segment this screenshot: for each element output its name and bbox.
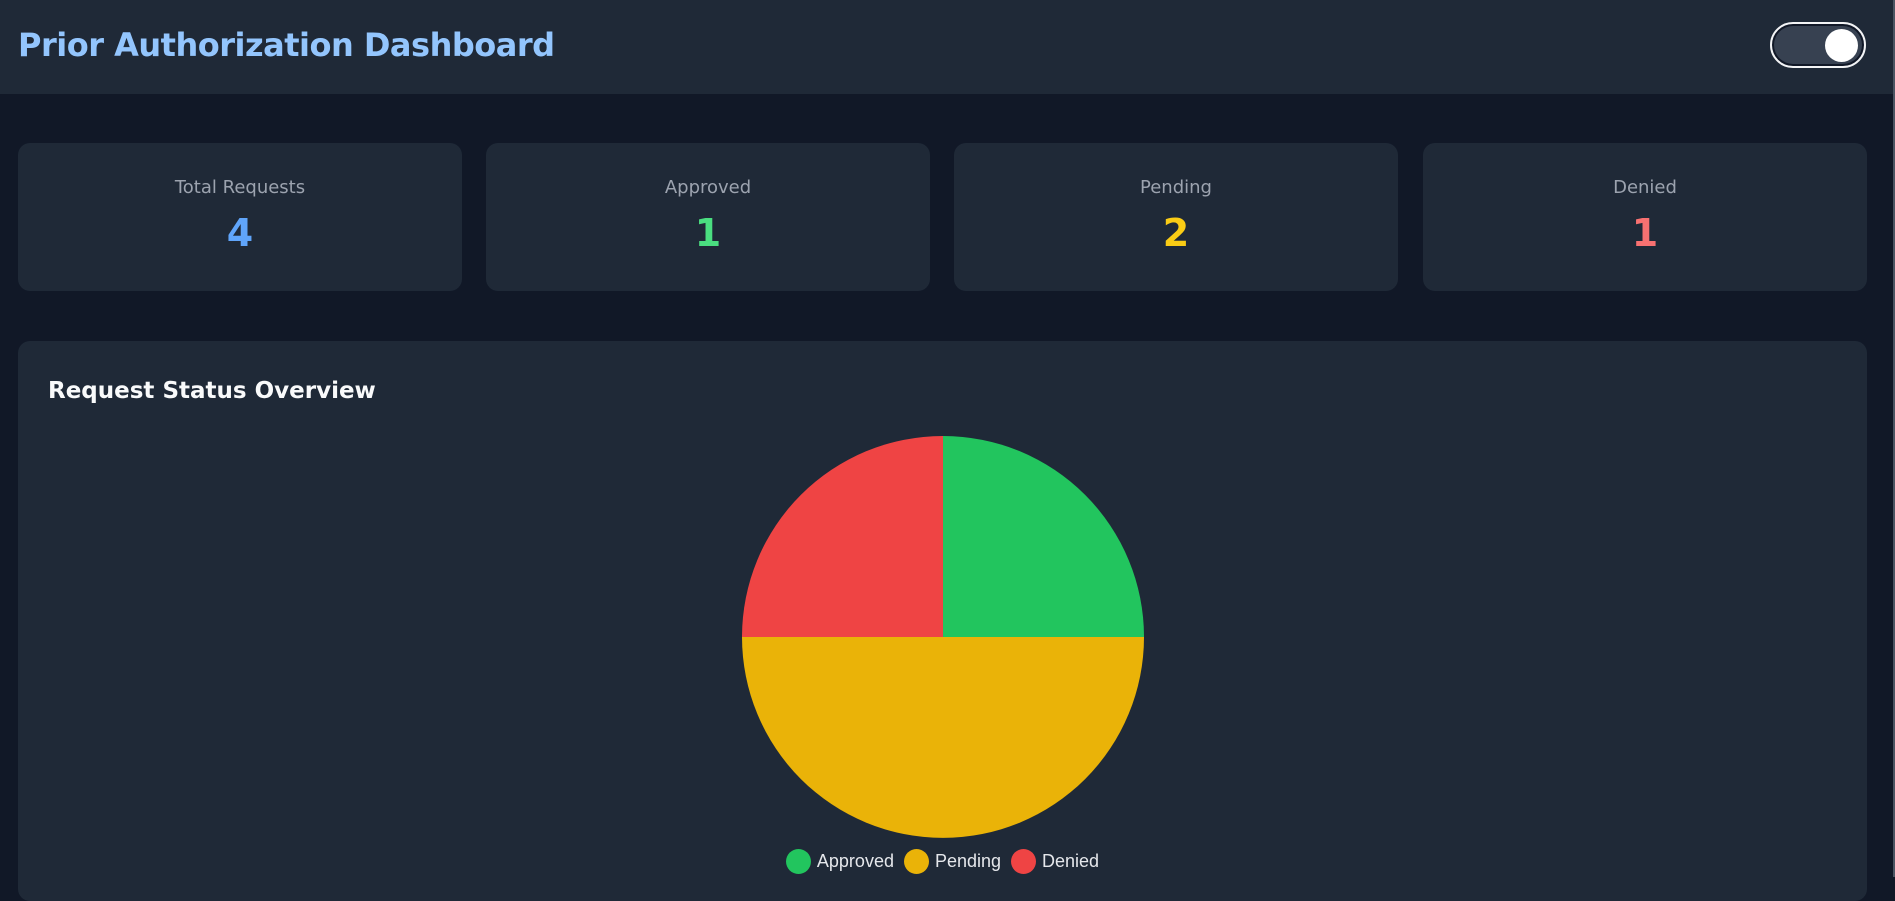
app-header: Prior Authorization Dashboard <box>0 0 1895 94</box>
page-title: Prior Authorization Dashboard <box>18 26 555 64</box>
pie-slice-pending[interactable] <box>742 637 1144 838</box>
stat-value: 4 <box>226 211 254 255</box>
legend-label: Denied <box>1042 851 1100 871</box>
legend-label: Pending <box>934 851 1002 871</box>
status-chart-card: Request Status Overview Approved Pending D… <box>18 341 1867 901</box>
pie-slice-approved[interactable] <box>943 436 1144 637</box>
legend-swatch <box>785 849 811 874</box>
legend-swatch <box>1011 849 1037 874</box>
pie-slice-denied[interactable] <box>742 436 943 637</box>
stat-value: 1 <box>694 211 722 255</box>
stat-card-pending: Pending 2 <box>954 143 1398 291</box>
legend-label: Approved <box>816 851 894 871</box>
stat-label: Pending <box>1140 177 1212 198</box>
legend-item-approved[interactable]: Approved <box>785 849 894 874</box>
stat-label: Total Requests <box>174 177 306 198</box>
stat-card-total: Total Requests 4 <box>18 143 462 291</box>
stat-value: 2 <box>1162 211 1190 255</box>
stat-label: Denied <box>1613 177 1677 198</box>
chart-legend: Approved Pending Denied <box>18 849 1867 874</box>
theme-toggle[interactable] <box>1770 22 1866 68</box>
stat-card-denied: Denied 1 <box>1423 143 1867 291</box>
toggle-knob <box>1825 29 1858 62</box>
stat-card-approved: Approved 1 <box>486 143 930 291</box>
pie-chart <box>742 436 1144 838</box>
legend-swatch <box>903 849 929 874</box>
stat-value: 1 <box>1631 211 1659 255</box>
legend-item-pending[interactable]: Pending <box>903 849 1002 874</box>
legend-item-denied[interactable]: Denied <box>1011 849 1099 874</box>
stat-label: Approved <box>664 177 752 198</box>
